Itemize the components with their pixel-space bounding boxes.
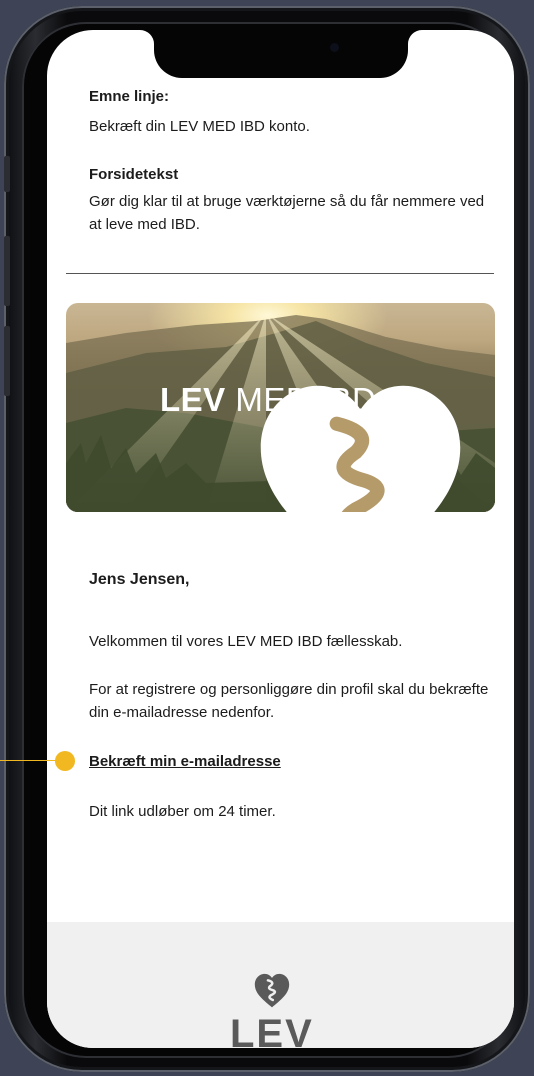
- subject-text: Bekræft din LEV MED IBD konto.: [89, 118, 310, 135]
- welcome-text: Velkommen til vores LEV MED IBD fællessk…: [89, 633, 403, 650]
- heart-intestine-icon: [254, 973, 290, 1008]
- greeting: Jens Jensen,: [89, 571, 190, 588]
- hero-banner: LEV MED IBD: [66, 303, 495, 512]
- front-camera: [330, 43, 339, 52]
- footer-brand: LEV: [230, 1012, 314, 1048]
- email-footer: LEV: [47, 922, 514, 1048]
- annotation-pointer-dot: [55, 751, 75, 771]
- phone-screen: Emne linje: Bekræft din LEV MED IBD kont…: [47, 30, 514, 1048]
- volume-down-button: [4, 326, 10, 396]
- volume-up-button: [4, 236, 10, 306]
- front-text: Gør dig klar til at bruge værktøjerne så…: [89, 193, 485, 233]
- divider: [66, 273, 494, 274]
- front-text-label: Forsidetekst: [89, 166, 179, 183]
- confirm-email-link[interactable]: Bekræft min e-mailadresse: [89, 750, 281, 773]
- mute-switch: [4, 156, 10, 192]
- annotation-pointer-line: [0, 760, 62, 761]
- heart-intestine-icon: [260, 385, 461, 512]
- link-expiry-text: Dit link udløber om 24 timer.: [89, 803, 276, 820]
- subject-label: Emne linje:: [89, 88, 170, 105]
- banner-logo: LEV MED IBD: [146, 381, 461, 512]
- instruction-text: For at registrere og personliggøre din p…: [89, 681, 489, 721]
- notch: [154, 30, 408, 78]
